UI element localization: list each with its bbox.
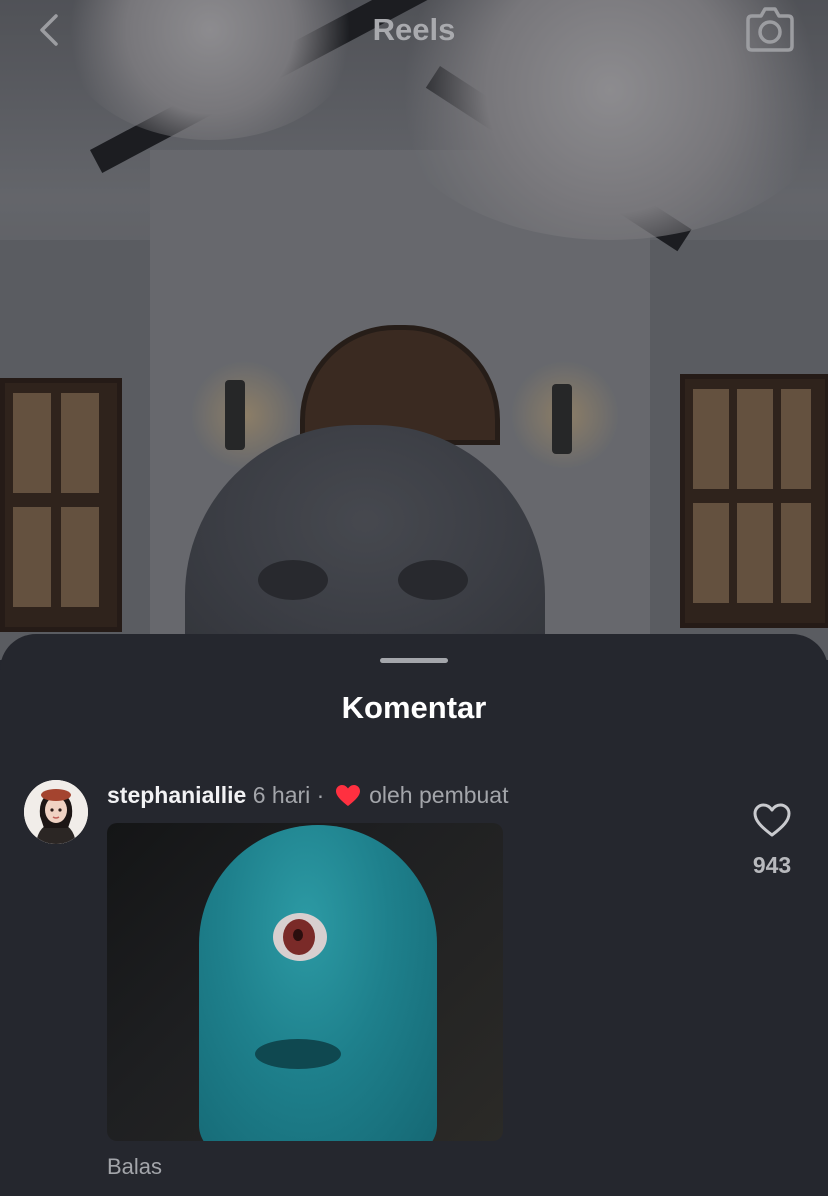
heart-outline-icon[interactable] bbox=[752, 802, 792, 838]
comment-time: 6 hari bbox=[252, 782, 311, 808]
gif-character bbox=[199, 825, 437, 1141]
liked-by-creator-label: oleh pembuat bbox=[369, 782, 509, 808]
avatar[interactable] bbox=[24, 780, 88, 844]
reel-video-background: Reels bbox=[0, 0, 828, 660]
sheet-title: Komentar bbox=[341, 690, 487, 725]
heart-filled-icon bbox=[335, 785, 360, 806]
separator-dot: · bbox=[316, 782, 325, 808]
top-bar: Reels bbox=[0, 0, 828, 60]
reply-button[interactable]: Balas bbox=[107, 1154, 162, 1180]
comment-gif[interactable] bbox=[107, 823, 503, 1141]
user-avatar-image bbox=[24, 780, 88, 844]
comment-item: stephaniallie 6 hari · oleh pembuat Bala… bbox=[0, 780, 828, 1180]
comment-header: stephaniallie 6 hari · oleh pembuat bbox=[107, 780, 509, 810]
username[interactable]: stephaniallie bbox=[107, 782, 246, 808]
gif-character-mouth bbox=[255, 1039, 341, 1069]
like-count: 943 bbox=[752, 852, 792, 878]
sheet-drag-handle[interactable] bbox=[380, 658, 448, 663]
page-title: Reels bbox=[372, 12, 456, 47]
dim-overlay bbox=[0, 0, 828, 660]
gif-character-pupil bbox=[293, 929, 303, 941]
comments-sheet: Komentar stephaniallie 6 hari · oleh pem… bbox=[0, 634, 828, 1196]
camera-icon[interactable] bbox=[744, 4, 796, 54]
